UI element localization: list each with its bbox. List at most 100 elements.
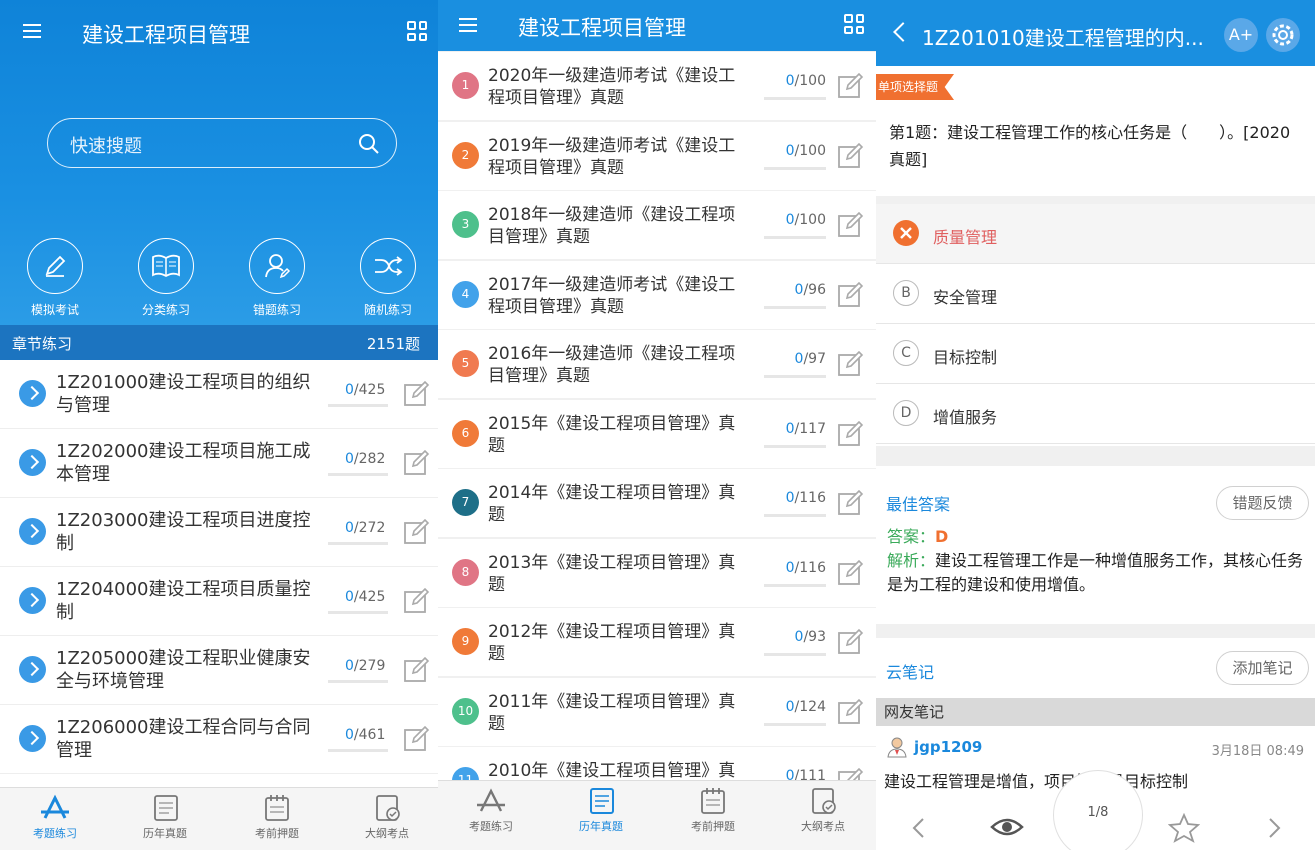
user-avatar-icon bbox=[887, 737, 907, 758]
past-exam-item[interactable]: 8 2013年《建设工程项目管理》真题 0/116 bbox=[438, 538, 876, 607]
progress-count: 0/425 bbox=[345, 382, 385, 398]
option-text: 增值服务 bbox=[933, 408, 998, 427]
note-username[interactable]: jgp1209 bbox=[914, 738, 982, 756]
shuffle-icon bbox=[375, 256, 403, 276]
past-exam-item[interactable]: 3 2018年一级建造师《建设工程项目管理》真题 0/100 bbox=[438, 191, 876, 259]
past-exam-item[interactable]: 5 2016年一级建造师《建设工程项目管理》真题 0/97 bbox=[438, 330, 876, 398]
edit-icon[interactable] bbox=[402, 725, 430, 753]
edit-icon[interactable] bbox=[836, 559, 864, 587]
done-count: 0 bbox=[785, 698, 795, 715]
edit-icon[interactable] bbox=[836, 211, 864, 239]
pencil-icon bbox=[45, 255, 66, 277]
question-panel: 1Z201010建设工程管理的内... A+ 单项选择题 第1题：建设工程管理工… bbox=[876, 0, 1315, 850]
edit-icon[interactable] bbox=[836, 489, 864, 517]
total-count: /93 bbox=[803, 629, 826, 645]
document-icon bbox=[590, 788, 614, 814]
divider bbox=[876, 446, 1315, 466]
chapter-item[interactable]: 1Z201000建设工程项目的组织与管理 0/425 bbox=[0, 360, 438, 429]
tab-predictions[interactable]: 考前押题 bbox=[232, 794, 322, 841]
option-a[interactable]: 质量管理 bbox=[876, 204, 1315, 264]
chapter-item[interactable]: 1Z205000建设工程职业健康安全与环境管理 0/279 bbox=[0, 636, 438, 705]
option-c[interactable]: C 目标控制 bbox=[876, 324, 1315, 384]
divider bbox=[876, 196, 1315, 204]
total-count: /116 bbox=[794, 559, 826, 576]
tab-practice[interactable]: 考题练习 bbox=[10, 794, 100, 841]
feature-label: 分类练习 bbox=[141, 303, 190, 317]
progress-count: 0/97 bbox=[795, 351, 826, 367]
edit-icon[interactable] bbox=[402, 518, 430, 546]
category-practice-button[interactable]: 分类练习 bbox=[131, 238, 201, 318]
edit-icon[interactable] bbox=[836, 281, 864, 309]
option-text: 质量管理 bbox=[933, 228, 998, 247]
edit-icon[interactable] bbox=[836, 420, 864, 448]
bottom-tab-bar: 考题练习 历年真题 考前押题 大纲考点 bbox=[438, 780, 876, 850]
past-exam-item[interactable]: 10 2011年《建设工程项目管理》真题 0/124 bbox=[438, 677, 876, 746]
back-icon[interactable] bbox=[893, 22, 913, 42]
menu-icon[interactable] bbox=[23, 24, 41, 38]
eye-icon[interactable] bbox=[990, 814, 1024, 840]
edit-icon[interactable] bbox=[836, 72, 864, 100]
chapter-title: 1Z203000建设工程项目进度控制 bbox=[56, 510, 311, 554]
past-exam-item[interactable]: 4 2017年一级建造师考试《建设工程项目管理》真题 0/96 bbox=[438, 260, 876, 329]
random-practice-button[interactable]: 随机练习 bbox=[353, 238, 423, 318]
exam-number-badge: 9 bbox=[452, 628, 479, 655]
wrong-practice-button[interactable]: 错题练习 bbox=[242, 238, 312, 318]
option-b[interactable]: B 安全管理 bbox=[876, 264, 1315, 324]
past-exam-item[interactable]: 6 2015年《建设工程项目管理》真题 0/117 bbox=[438, 399, 876, 468]
edit-icon[interactable] bbox=[402, 380, 430, 408]
progress-bar bbox=[328, 473, 388, 476]
prev-icon[interactable] bbox=[909, 816, 929, 840]
tab-predictions[interactable]: 考前押题 bbox=[668, 787, 758, 834]
exam-number-badge: 2 bbox=[452, 141, 479, 169]
mock-exam-button[interactable]: 模拟考试 bbox=[20, 238, 90, 318]
progress-bar bbox=[764, 166, 826, 170]
total-count: /100 bbox=[794, 212, 826, 228]
past-exam-item[interactable]: 1 2020年一级建造师考试《建设工程项目管理》真题 0/100 bbox=[438, 52, 876, 120]
tab-outline[interactable]: 大纲考点 bbox=[342, 794, 432, 841]
edit-icon[interactable] bbox=[402, 656, 430, 684]
notepad-icon bbox=[265, 795, 289, 821]
star-icon[interactable] bbox=[1168, 813, 1200, 843]
chapter-item[interactable]: 1Z206000建设工程合同与合同管理 0/461 bbox=[0, 705, 438, 774]
tab-practice[interactable]: 考题练习 bbox=[446, 787, 536, 834]
edit-icon[interactable] bbox=[836, 350, 864, 378]
search-icon[interactable] bbox=[358, 133, 380, 155]
add-note-button[interactable]: 添加笔记 bbox=[1216, 651, 1309, 685]
past-exam-item[interactable]: 2 2019年一级建造师考试《建设工程项目管理》真题 0/100 bbox=[438, 121, 876, 190]
total-count: /272 bbox=[353, 520, 386, 536]
menu-icon[interactable] bbox=[459, 18, 477, 32]
error-feedback-button[interactable]: 错题反馈 bbox=[1216, 486, 1309, 520]
grid-icon[interactable] bbox=[844, 14, 864, 34]
chapter-item[interactable]: 1Z203000建设工程项目进度控制 0/272 bbox=[0, 498, 438, 567]
tab-label: 大纲考点 bbox=[801, 820, 845, 833]
done-count: 0 bbox=[785, 212, 795, 228]
chapter-item[interactable]: 1Z204000建设工程项目质量控制 0/425 bbox=[0, 567, 438, 636]
past-exam-item[interactable]: 7 2014年《建设工程项目管理》真题 0/116 bbox=[438, 469, 876, 537]
progress-count: 0/124 bbox=[786, 699, 826, 715]
tab-past-exams[interactable]: 历年真题 bbox=[556, 787, 646, 834]
settings-button[interactable] bbox=[1266, 18, 1300, 52]
search-input[interactable]: 快速搜题 bbox=[47, 118, 397, 168]
question-pager[interactable]: 1/8 bbox=[1053, 770, 1143, 850]
exam-title: 2016年一级建造师《建设工程项目管理》真题 bbox=[488, 344, 736, 386]
tab-outline[interactable]: 大纲考点 bbox=[778, 787, 868, 834]
edit-icon[interactable] bbox=[836, 628, 864, 656]
edit-icon[interactable] bbox=[402, 449, 430, 477]
tab-label: 考题练习 bbox=[33, 827, 77, 840]
next-icon[interactable] bbox=[1264, 816, 1284, 840]
chapter-item[interactable]: 1Z202000建设工程项目施工成本管理 0/282 bbox=[0, 429, 438, 498]
total-count: /461 bbox=[353, 727, 386, 743]
progress-bar bbox=[764, 375, 826, 378]
tab-past-exams[interactable]: 历年真题 bbox=[120, 794, 210, 841]
grid-icon[interactable] bbox=[407, 21, 427, 41]
done-count: 0 bbox=[345, 658, 354, 674]
edit-icon[interactable] bbox=[402, 587, 430, 615]
progress-count: 0/279 bbox=[345, 658, 385, 674]
gear-icon bbox=[1272, 24, 1294, 46]
font-size-button[interactable]: A+ bbox=[1224, 18, 1258, 52]
past-exam-item[interactable]: 9 2012年《建设工程项目管理》真题 0/93 bbox=[438, 608, 876, 676]
option-d[interactable]: D 增值服务 bbox=[876, 384, 1315, 444]
option-letter: B bbox=[893, 280, 919, 306]
edit-icon[interactable] bbox=[836, 698, 864, 726]
edit-icon[interactable] bbox=[836, 142, 864, 170]
